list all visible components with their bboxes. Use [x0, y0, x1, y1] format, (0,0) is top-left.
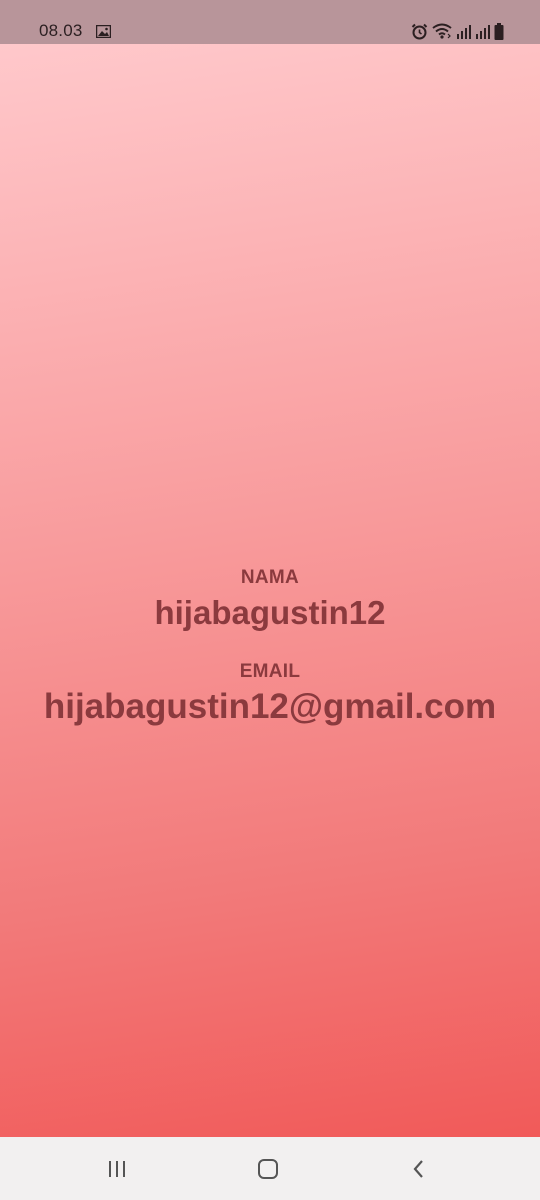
email-label: EMAIL: [239, 661, 301, 682]
alarm-icon: [411, 23, 428, 40]
back-icon[interactable]: [404, 1155, 434, 1183]
app-screen: 08.03 NAMA hijabagustin12 EMAIL hijabagu…: [0, 0, 540, 1200]
email-value: hijabagustin12@gmail.com: [43, 687, 497, 726]
recents-icon[interactable]: [102, 1155, 132, 1183]
status-bar: 08.03: [0, 0, 540, 44]
signal-icon: [475, 24, 490, 39]
status-time: 08.03: [39, 21, 83, 40]
status-icons: [411, 21, 504, 41]
image-icon: [95, 23, 112, 39]
home-icon[interactable]: [253, 1155, 283, 1183]
name-label: NAMA: [240, 567, 300, 588]
signal-icon: [456, 24, 471, 39]
wifi-icon: [432, 23, 452, 39]
battery-icon: [494, 22, 504, 40]
name-value: hijabagustin12: [154, 594, 386, 631]
navigation-bar: [0, 1137, 540, 1200]
profile-background: [0, 44, 540, 1137]
